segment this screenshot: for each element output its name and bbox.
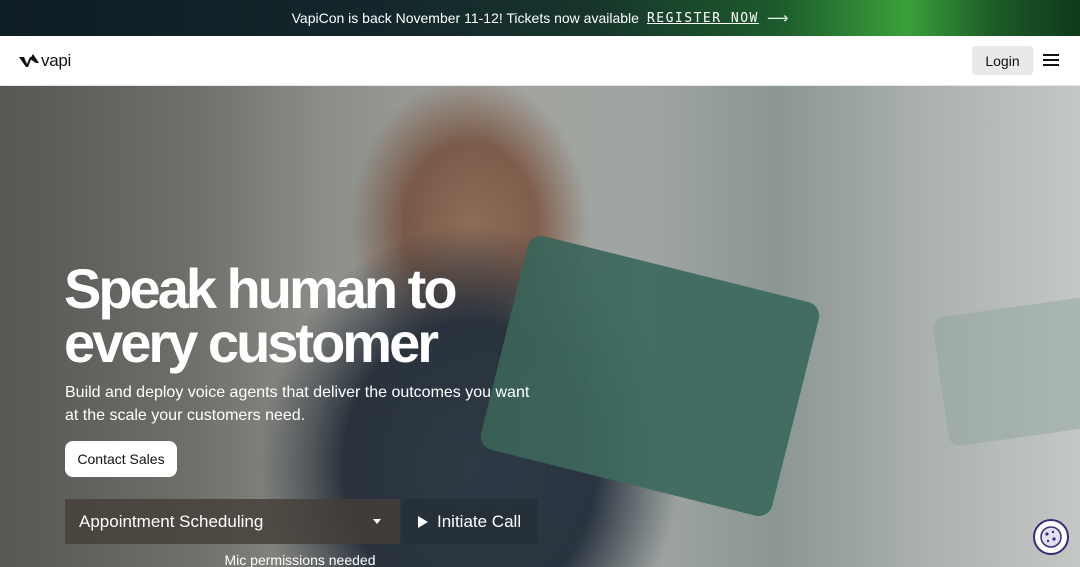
register-now-link[interactable]: REGISTER NOW: [647, 11, 759, 26]
cookie-icon: [1040, 526, 1062, 548]
hero-section: Speak human to every customer Build and …: [0, 86, 1080, 567]
vapi-logo[interactable]: vapi: [19, 51, 71, 71]
logo-text: vapi: [41, 51, 71, 70]
arrow-right-icon[interactable]: ⟶: [767, 9, 789, 27]
cookie-settings-button[interactable]: [1033, 519, 1069, 555]
hero-title-line-2: every customer: [64, 311, 439, 374]
initiate-call-button[interactable]: Initiate Call: [403, 499, 538, 544]
mic-permissions-note: Mic permissions needed: [224, 552, 376, 567]
login-button[interactable]: Login: [972, 46, 1033, 75]
chevron-down-icon: [373, 519, 381, 524]
hamburger-menu-icon[interactable]: [1043, 54, 1059, 66]
hero-subtitle: Build and deploy voice agents that deliv…: [65, 384, 530, 424]
hero-title: Speak human to every customer: [64, 261, 584, 371]
initiate-call-label: Initiate Call: [437, 511, 522, 531]
site-header: vapi Login: [0, 36, 1080, 86]
play-icon: [418, 515, 428, 528]
vapi-logo-mark-icon: [19, 54, 39, 67]
contact-sales-button[interactable]: Contact Sales: [65, 441, 177, 477]
scenario-select-value: Appointment Scheduling: [79, 511, 264, 531]
announcement-text: VapiCon is back November 11-12! Tickets …: [291, 10, 639, 26]
announcement-bar: VapiCon is back November 11-12! Tickets …: [0, 0, 1080, 36]
scenario-select[interactable]: Appointment Scheduling: [65, 499, 400, 544]
